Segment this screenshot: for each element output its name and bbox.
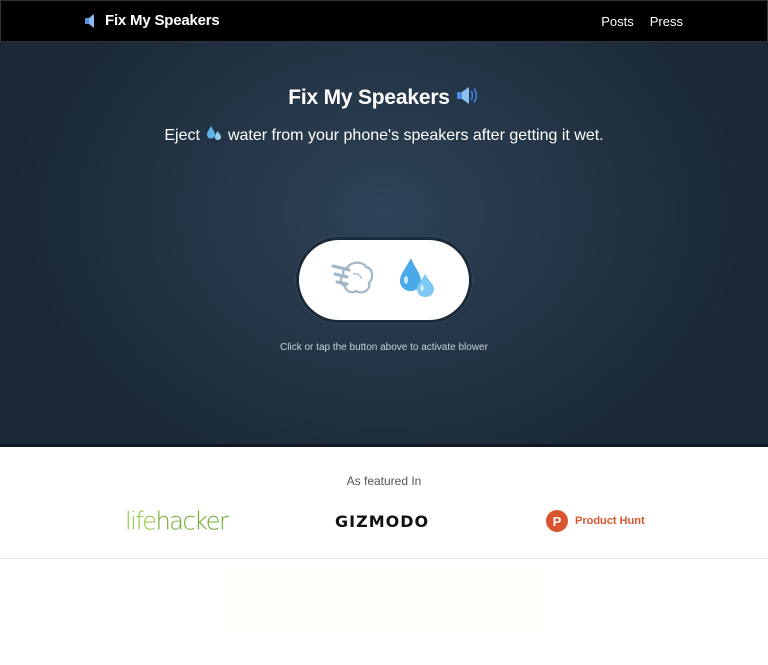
page-title-text: Fix My Speakers: [288, 86, 450, 109]
nav-links: Posts Press: [601, 14, 683, 29]
nav-link-press[interactable]: Press: [650, 14, 683, 29]
nav-link-posts[interactable]: Posts: [601, 14, 634, 29]
page-subtitle: Eject water from your phone's speakers a…: [0, 125, 768, 146]
subtitle-before: Eject: [164, 126, 200, 144]
lifehacker-logo-part-2: hacker: [155, 506, 229, 536]
brand-title: Fix My Speakers: [105, 12, 220, 29]
page-title: Fix My Speakers: [0, 85, 768, 111]
producthunt-icon: P: [546, 510, 568, 532]
hero-section: Fix My Speakers Eject water from your ph…: [0, 42, 768, 447]
activate-blower-button[interactable]: [296, 237, 472, 323]
brand-link[interactable]: Fix My Speakers: [85, 12, 220, 29]
producthunt-text: Product Hunt: [575, 515, 645, 527]
lifehacker-logo[interactable]: lifehacker: [125, 506, 229, 536]
dashing-away-icon: [331, 258, 375, 303]
lifehacker-logo-part-1: life: [125, 506, 157, 536]
blower-hint: Click or tap the button above to activat…: [280, 342, 488, 353]
navbar: Fix My Speakers Posts Press: [0, 0, 768, 42]
speaker-icon: [85, 13, 96, 28]
speaker-loud-icon: [456, 85, 480, 111]
featured-section: As featured In lifehacker GIZMODO P Prod…: [0, 447, 768, 559]
ad-placeholder: [224, 568, 544, 630]
producthunt-logo[interactable]: P Product Hunt: [546, 510, 645, 532]
gizmodo-logo[interactable]: GIZMODO: [335, 512, 429, 531]
subtitle-after: water from your phone's speakers after g…: [227, 126, 604, 144]
water-droplets-icon: [206, 125, 222, 146]
featured-label: As featured In: [346, 474, 422, 488]
water-droplets-icon: [397, 256, 437, 305]
